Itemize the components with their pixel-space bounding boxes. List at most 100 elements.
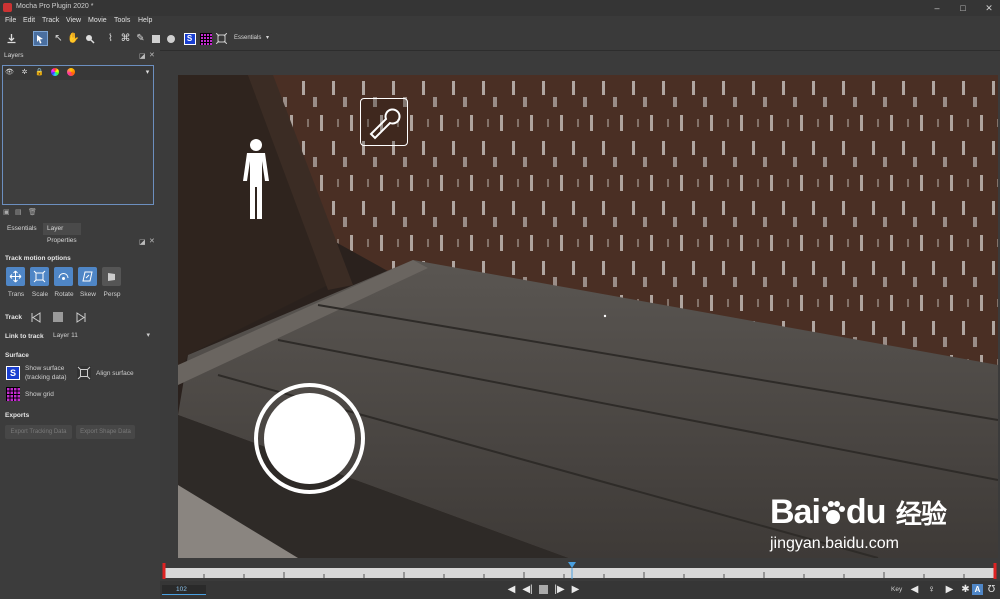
persp-label: Persp (103, 291, 121, 298)
menu-edit[interactable]: Edit (23, 17, 35, 24)
matte-color-icon[interactable] (67, 68, 76, 77)
gear-icon[interactable]: ✲ (20, 68, 29, 77)
grid-toggle-icon[interactable] (198, 31, 213, 46)
close-panel-icon[interactable]: ✕ (149, 51, 155, 59)
close-panel-icon[interactable]: ✕ (149, 237, 155, 245)
current-frame-field[interactable]: 102 (162, 585, 206, 595)
new-layer-icon[interactable]: ▣ (3, 208, 10, 216)
show-surface-sublabel: (tracking data) (25, 374, 67, 381)
align-surface-icon[interactable] (214, 31, 229, 46)
scale-toggle[interactable] (30, 267, 49, 286)
auto-key-icon[interactable]: A (972, 584, 983, 595)
watermark-brand-part2: du (845, 493, 887, 531)
chevron-down-icon: ▾ (266, 35, 270, 41)
x-spline-tool-icon[interactable]: ⌇ (103, 31, 118, 46)
delete-key-icon[interactable]: ✱ (960, 584, 971, 595)
link-to-track-label: Link to track (5, 333, 44, 340)
step-backward-icon[interactable]: ◀| (522, 584, 533, 595)
add-key-icon[interactable]: ♀ (926, 584, 937, 595)
track-forward-icon[interactable] (75, 312, 86, 325)
menu-tools[interactable]: Tools (114, 17, 130, 24)
window-title: Mocha Pro Plugin 2020 * (16, 3, 94, 10)
workspace-dropdown[interactable]: Essentials ▾ (234, 34, 269, 45)
show-surface-label[interactable]: Show surface (25, 365, 64, 372)
layers-list[interactable]: 👁 ✲ 🔒 ▾ (2, 65, 154, 205)
step-forward-icon[interactable]: |▶ (554, 584, 565, 595)
scale-label: Scale (31, 291, 49, 298)
show-grid-icon[interactable] (6, 387, 20, 401)
track-motion-title: Track motion options (5, 255, 71, 262)
rectangle-tool-icon[interactable] (148, 31, 163, 46)
menu-file[interactable]: File (5, 17, 16, 24)
layers-menu-icon[interactable]: ▾ (143, 68, 152, 77)
surface-title: Surface (5, 352, 29, 359)
menu-view[interactable]: View (66, 17, 81, 24)
select-tool-icon[interactable] (33, 31, 48, 46)
watermark-brand: Bai du 经验 (770, 493, 947, 532)
maximize-button[interactable]: □ (952, 1, 974, 15)
next-key-icon[interactable]: ▶ (944, 584, 955, 595)
export-tracking-data-button[interactable]: Export Tracking Data (5, 425, 72, 439)
app-icon (3, 3, 12, 12)
title-bar: Mocha Pro Plugin 2020 * – □ ✕ (0, 0, 1000, 16)
align-surface-label[interactable]: Align surface (96, 370, 134, 377)
color-wheel-icon[interactable] (51, 68, 60, 77)
minimize-button[interactable]: – (926, 1, 948, 15)
play-forward-icon[interactable]: ▶ (570, 584, 581, 595)
persp-toggle[interactable] (102, 267, 121, 286)
workspace-label: Essentials (234, 35, 262, 41)
rotate-toggle[interactable] (54, 267, 73, 286)
layers-header-row: 👁 ✲ 🔒 ▾ (3, 66, 153, 80)
link-to-track-value: Layer 11 (53, 332, 78, 339)
track-backward-icon[interactable] (31, 312, 42, 325)
trans-toggle[interactable] (6, 267, 25, 286)
action-button-ring[interactable] (254, 383, 365, 494)
track-title: Track (5, 314, 22, 321)
play-backward-icon[interactable]: ◀ (506, 584, 517, 595)
trans-label: Trans (7, 291, 25, 298)
show-surface-icon[interactable]: S (6, 366, 20, 380)
toolbar: ↖ ✋ ⌇ ⌘ ✎ S Essentials ▾ (0, 28, 1000, 51)
menu-help[interactable]: Help (138, 17, 152, 24)
bezier-tool-icon[interactable]: ⌘ (118, 31, 133, 46)
float-panel-icon[interactable]: ◪ (139, 52, 146, 60)
pen-tool-icon[interactable]: ✎ (133, 31, 148, 46)
video-viewer[interactable]: Bai du 经验 jingyan.baidu.com (178, 75, 998, 558)
lock-icon[interactable]: 🔒 (35, 68, 44, 77)
timeline-scrubber[interactable] (162, 562, 998, 580)
link-to-track-dropdown[interactable]: Layer 11 ▾ (51, 331, 153, 342)
key-label: Key (891, 586, 903, 593)
action-button-icon[interactable] (264, 393, 355, 484)
zoom-tool-icon[interactable] (82, 31, 97, 46)
watermark-brand-part1: Bai (770, 493, 821, 531)
visibility-icon[interactable]: 👁 (5, 68, 14, 77)
rotate-label: Rotate (54, 291, 74, 298)
tab-layer-properties[interactable]: Layer Properties (43, 223, 81, 244)
ellipse-tool-icon[interactable] (163, 31, 178, 46)
hand-tool-icon[interactable]: ✋ (66, 31, 81, 46)
chevron-down-icon: ▾ (146, 332, 150, 339)
baidu-watermark: Bai du 经验 jingyan.baidu.com (770, 493, 960, 553)
show-grid-label[interactable]: Show grid (25, 391, 54, 398)
duplicate-layer-icon[interactable]: ▤ (15, 208, 22, 216)
skew-toggle[interactable] (78, 267, 97, 286)
tab-essentials[interactable]: Essentials (3, 223, 41, 235)
stop-icon[interactable] (538, 584, 549, 595)
align-surface-icon[interactable] (77, 366, 91, 380)
delete-layer-icon[interactable]: 🗑 (28, 208, 37, 216)
menu-movie[interactable]: Movie (88, 17, 107, 24)
watermark-url: jingyan.baidu.com (770, 535, 899, 552)
export-shape-data-button[interactable]: Export Shape Data (76, 425, 135, 439)
prev-key-icon[interactable]: ◀ (909, 584, 920, 595)
wrench-icon[interactable] (360, 98, 408, 146)
stop-tracking-icon[interactable] (53, 312, 63, 322)
float-panel-icon[interactable]: ◪ (139, 238, 146, 246)
paw-icon (821, 501, 845, 524)
ease-icon[interactable]: Ʊ (986, 584, 997, 595)
add-point-tool-icon[interactable]: ↖ (51, 31, 66, 46)
surface-toggle-icon[interactable]: S (182, 31, 197, 46)
save-icon[interactable] (4, 31, 19, 46)
menu-track[interactable]: Track (42, 17, 59, 24)
close-button[interactable]: ✕ (978, 1, 1000, 15)
watermark-cn-text: 经验 (895, 499, 947, 529)
